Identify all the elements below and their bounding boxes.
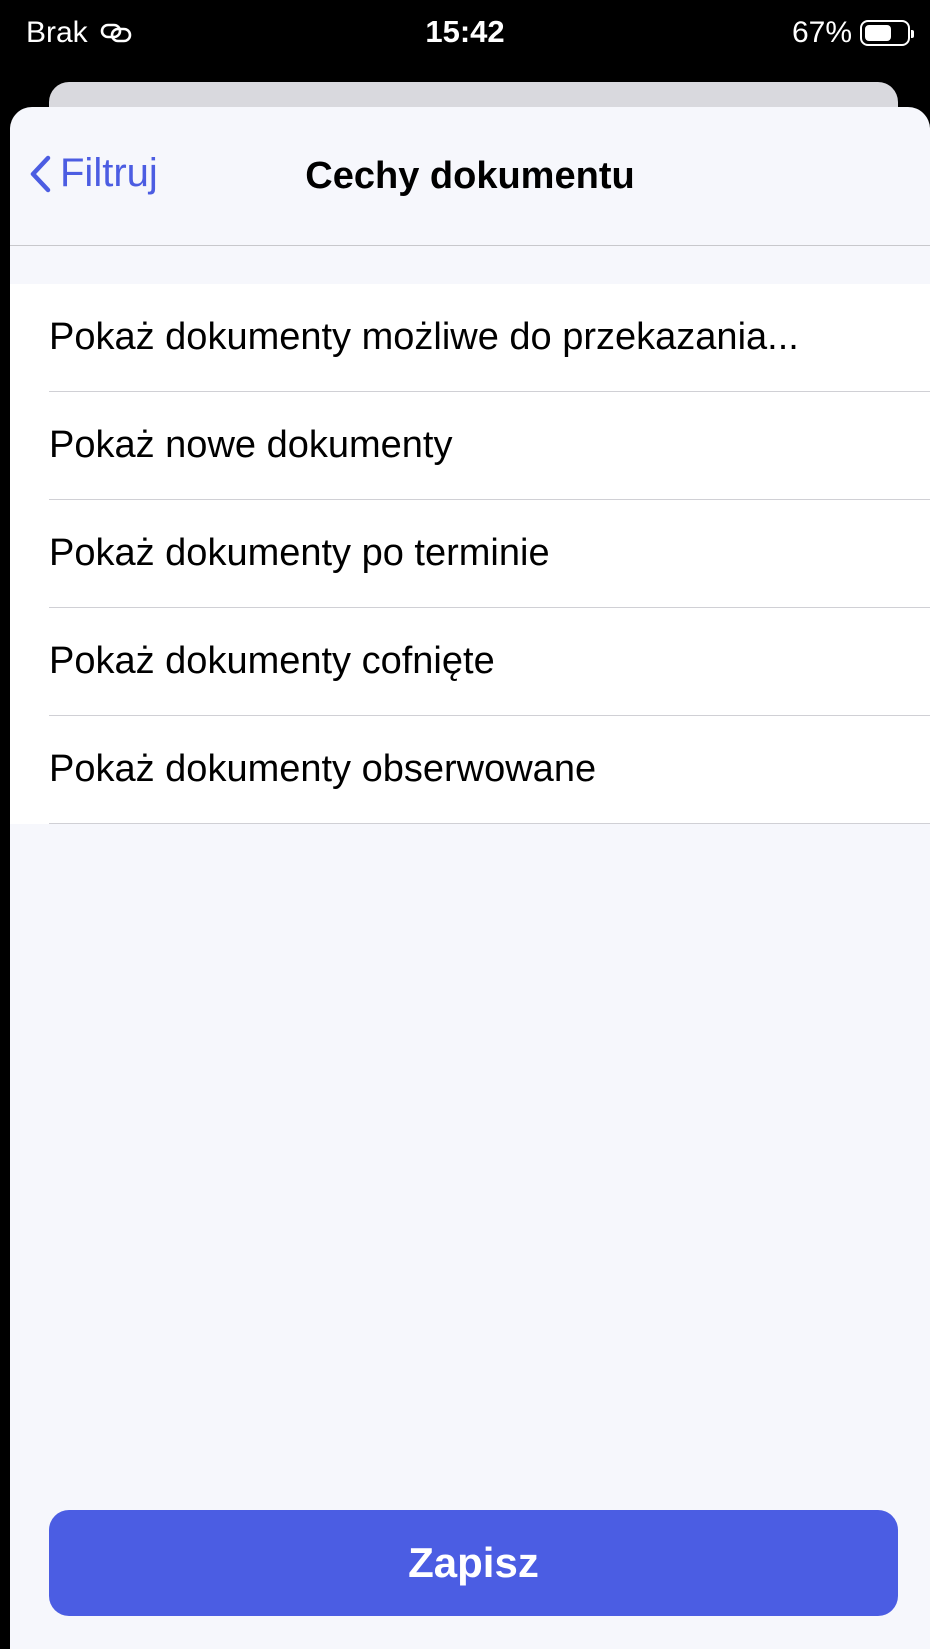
option-label: Pokaż dokumenty możliwe do przekazania..… [49,316,799,358]
document-features-sheet: Filtruj Cechy dokumentu Pokaż dokumenty … [10,107,930,1649]
list-item[interactable]: Pokaż dokumenty po terminie [49,500,930,608]
page-title: Cechy dokumentu [305,155,635,197]
option-label: Pokaż dokumenty cofnięte [49,640,495,682]
battery-tip [911,30,914,38]
navigation-bar: Filtruj Cechy dokumentu [10,107,930,246]
option-label: Pokaż nowe dokumenty [49,424,453,466]
battery-icon [860,20,914,46]
list-item[interactable]: Pokaż dokumenty możliwe do przekazania..… [49,284,930,392]
list-item[interactable]: Pokaż dokumenty obserwowane [49,716,930,824]
save-button[interactable]: Zapisz [49,1510,898,1616]
option-label: Pokaż dokumenty po terminie [49,532,550,574]
battery-status: 67% [791,16,914,50]
status-time: 15:42 [425,14,505,49]
options-list: Pokaż dokumenty możliwe do przekazania..… [10,284,930,824]
list-item[interactable]: Pokaż dokumenty cofnięte [49,608,930,716]
status-bar: Brak 15:42 67% [0,0,930,70]
battery-level [865,25,891,41]
battery-percent: 67% [791,16,852,49]
list-item[interactable]: Pokaż nowe dokumenty [49,392,930,500]
option-label: Pokaż dokumenty obserwowane [49,748,597,790]
